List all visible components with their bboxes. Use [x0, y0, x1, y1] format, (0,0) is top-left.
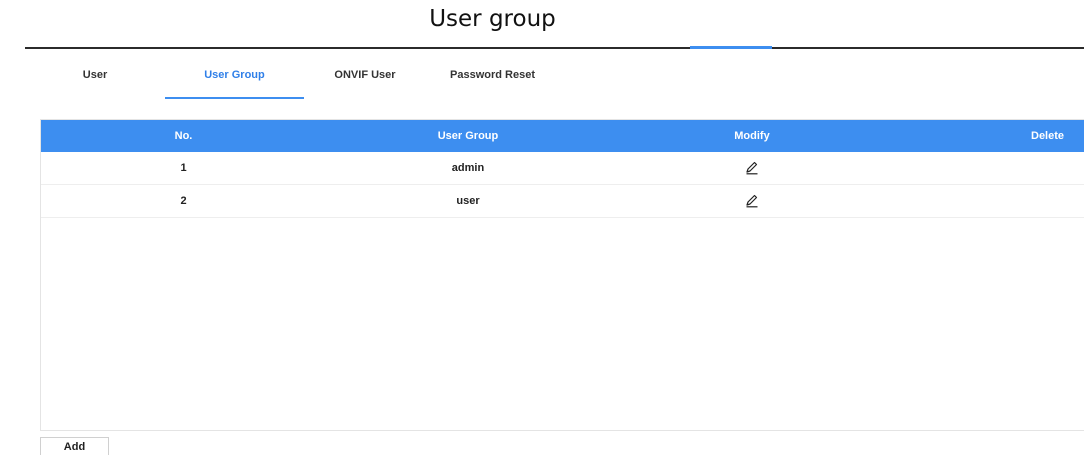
page-title: User group: [429, 6, 556, 32]
active-tab-indicator: [165, 97, 304, 99]
tab-bar: User User Group ONVIF User Password Rese…: [40, 62, 1084, 99]
modify-button[interactable]: [610, 152, 894, 184]
tab-user-group[interactable]: User Group: [165, 62, 304, 98]
row-user-group: admin: [451, 162, 485, 174]
add-button[interactable]: Add: [40, 437, 109, 455]
table-row: 1 admin: [41, 152, 1084, 185]
title-divider: [25, 47, 1084, 49]
table-row: 2 user: [41, 185, 1084, 218]
delete-button[interactable]: [894, 185, 1084, 217]
title-divider-accent: [690, 46, 772, 49]
pencil-icon: [746, 194, 758, 208]
column-header-modify: Modify: [734, 130, 770, 142]
tab-onvif-user[interactable]: ONVIF User: [325, 62, 405, 98]
pencil-icon: [746, 161, 758, 175]
column-header-delete: Delete: [1031, 130, 1065, 142]
delete-button[interactable]: [894, 152, 1084, 184]
tab-user[interactable]: User: [70, 62, 120, 98]
modify-button[interactable]: [610, 185, 894, 217]
row-number: 2: [180, 195, 187, 207]
row-user-group: user: [456, 195, 480, 207]
row-number: 1: [180, 162, 187, 174]
table-header: No. User Group Modify Delete: [41, 120, 1084, 152]
user-group-table: No. User Group Modify Delete 1 admin 2 u…: [40, 119, 1084, 431]
tab-password-reset[interactable]: Password Reset: [435, 62, 550, 98]
column-header-no: No.: [174, 130, 193, 142]
column-header-user-group: User Group: [437, 130, 499, 142]
